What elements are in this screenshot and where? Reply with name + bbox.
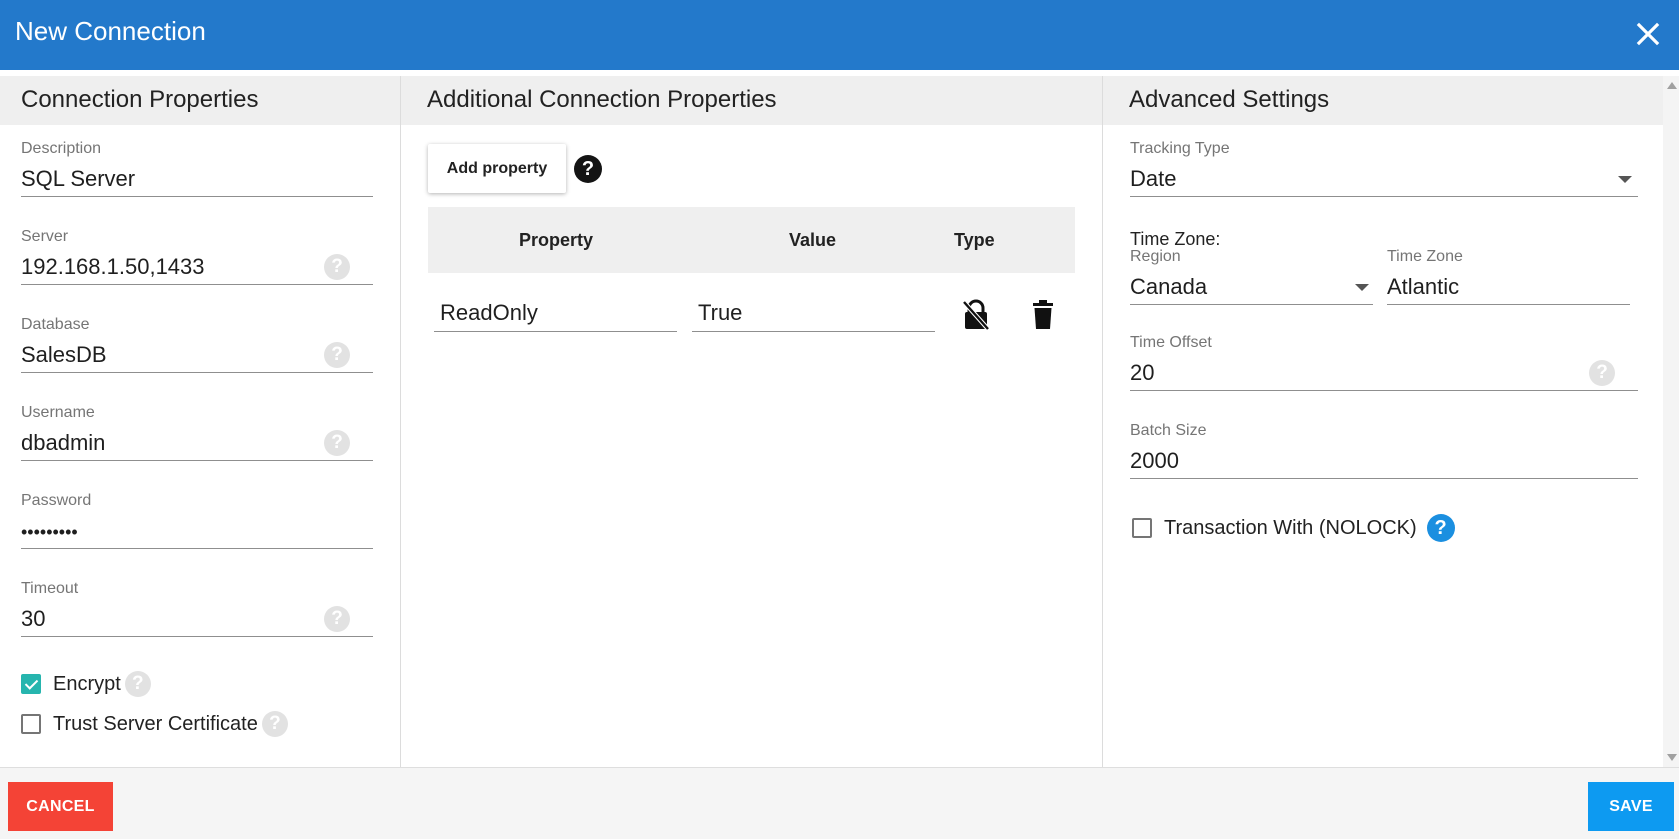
nolock-label: Transaction With (NOLOCK) [1164, 516, 1417, 539]
properties-table-header: Property Value Type [428, 207, 1075, 273]
time-zone-heading: Time Zone: [1130, 229, 1221, 249]
property-value-value: True [698, 300, 743, 325]
password-field: Password ••••••••• [21, 492, 373, 549]
time-offset-label: Time Offset [1130, 334, 1212, 351]
dialog-header: New Connection [0, 0, 1679, 70]
password-label: Password [21, 492, 92, 509]
trust-cert-label: Trust Server Certificate [53, 712, 258, 735]
encrypt-checkbox[interactable] [21, 674, 41, 694]
scrollbar[interactable] [1663, 76, 1679, 767]
timeout-value: 30 [21, 606, 46, 631]
description-field: Description SQL Server [21, 140, 373, 197]
server-help-icon[interactable]: ? [324, 254, 350, 280]
property-name-input[interactable]: ReadOnly [434, 294, 677, 332]
time-zone-input[interactable]: Atlantic [1387, 268, 1630, 305]
timeout-help-icon[interactable]: ? [324, 606, 350, 632]
column-header-property: Property [519, 230, 594, 250]
username-help-icon[interactable]: ? [324, 430, 350, 456]
time-zone-field: Time Zone Atlantic [1387, 248, 1630, 305]
trust-cert-help-icon[interactable]: ? [261, 711, 288, 737]
description-input[interactable]: SQL Server [21, 160, 373, 197]
server-input[interactable]: 192.168.1.50,1433 ? [21, 248, 373, 285]
time-offset-help-icon[interactable]: ? [1589, 360, 1615, 386]
time-offset-value: 20 [1130, 360, 1155, 385]
time-zone-value: Atlantic [1387, 274, 1460, 299]
database-value: SalesDB [21, 342, 107, 367]
additional-properties-heading: Additional Connection Properties [401, 76, 1102, 125]
batch-size-label: Batch Size [1130, 422, 1207, 439]
encrypt-help-icon[interactable]: ? [124, 671, 151, 697]
trust-cert-checkbox[interactable] [21, 714, 41, 734]
timeout-input[interactable]: 30 ? [21, 600, 373, 637]
nolock-row: Transaction With (NOLOCK) ? [1132, 514, 1455, 542]
add-property-button[interactable]: Add property [428, 144, 566, 193]
region-label: Region [1130, 248, 1181, 265]
column-header-type: Type [954, 230, 995, 250]
dialog-footer: CANCEL SAVE [0, 767, 1679, 839]
connection-properties-heading: Connection Properties [0, 76, 400, 125]
close-icon[interactable] [1631, 17, 1665, 51]
username-input[interactable]: dbadmin ? [21, 424, 373, 461]
batch-size-value: 2000 [1130, 448, 1179, 473]
database-label: Database [21, 316, 90, 333]
server-value: 192.168.1.50,1433 [21, 254, 205, 279]
delete-icon[interactable] [1031, 300, 1055, 330]
property-value-input[interactable]: True [692, 294, 935, 332]
batch-size-input[interactable]: 2000 [1130, 442, 1638, 479]
tracking-type-select[interactable]: Date [1130, 160, 1638, 197]
scroll-down-icon[interactable] [1667, 754, 1677, 761]
scroll-up-icon[interactable] [1667, 82, 1677, 89]
time-zone-label: Time Zone [1387, 248, 1463, 265]
save-button[interactable]: SAVE [1588, 782, 1674, 831]
dropdown-arrow-icon [1355, 284, 1369, 291]
description-label: Description [21, 140, 102, 157]
add-property-help-icon[interactable]: ? [574, 155, 602, 183]
advanced-settings-heading: Advanced Settings [1103, 76, 1663, 125]
table-row: ReadOnly True [428, 294, 1075, 354]
server-label: Server [21, 228, 69, 245]
tracking-type-field: Tracking Type Date [1130, 140, 1638, 197]
time-offset-field: Time Offset 20 ? [1130, 334, 1638, 391]
username-field: Username dbadmin ? [21, 404, 373, 461]
nolock-help-icon[interactable]: ? [1426, 514, 1455, 542]
database-help-icon[interactable]: ? [324, 342, 350, 368]
batch-size-field: Batch Size 2000 [1130, 422, 1638, 479]
encrypt-label: Encrypt [53, 672, 121, 695]
timeout-label: Timeout [21, 580, 79, 597]
advanced-settings-panel: Advanced Settings Tracking Type Date Tim… [1103, 76, 1663, 767]
cancel-button[interactable]: CANCEL [8, 782, 113, 831]
tracking-type-value: Date [1130, 166, 1177, 191]
time-offset-input[interactable]: 20 ? [1130, 354, 1638, 391]
region-value: Canada [1130, 274, 1208, 299]
server-field: Server 192.168.1.50,1433 ? [21, 228, 373, 285]
database-input[interactable]: SalesDB ? [21, 336, 373, 373]
password-input[interactable]: ••••••••• [21, 512, 373, 549]
database-field: Database SalesDB ? [21, 316, 373, 373]
dropdown-arrow-icon [1618, 176, 1632, 183]
lock-off-icon[interactable] [962, 299, 990, 331]
trust-cert-row: Trust Server Certificate ? [21, 710, 288, 738]
username-label: Username [21, 404, 95, 421]
username-value: dbadmin [21, 430, 106, 455]
region-select[interactable]: Canada [1130, 268, 1373, 305]
tracking-type-label: Tracking Type [1130, 140, 1230, 157]
dialog-title: New Connection [15, 16, 206, 46]
timeout-field: Timeout 30 ? [21, 580, 373, 637]
additional-properties-panel: Additional Connection Properties Add pro… [401, 76, 1103, 767]
property-name-value: ReadOnly [440, 300, 538, 325]
dialog-body: Connection Properties Description SQL Se… [0, 70, 1679, 767]
region-field: Region Canada [1130, 248, 1373, 305]
connection-properties-panel: Connection Properties Description SQL Se… [0, 76, 401, 767]
column-header-value: Value [789, 230, 837, 250]
encrypt-row: Encrypt ? [21, 670, 151, 698]
password-value: ••••••••• [21, 522, 78, 542]
description-value: SQL Server [21, 166, 136, 191]
nolock-checkbox[interactable] [1132, 518, 1152, 538]
